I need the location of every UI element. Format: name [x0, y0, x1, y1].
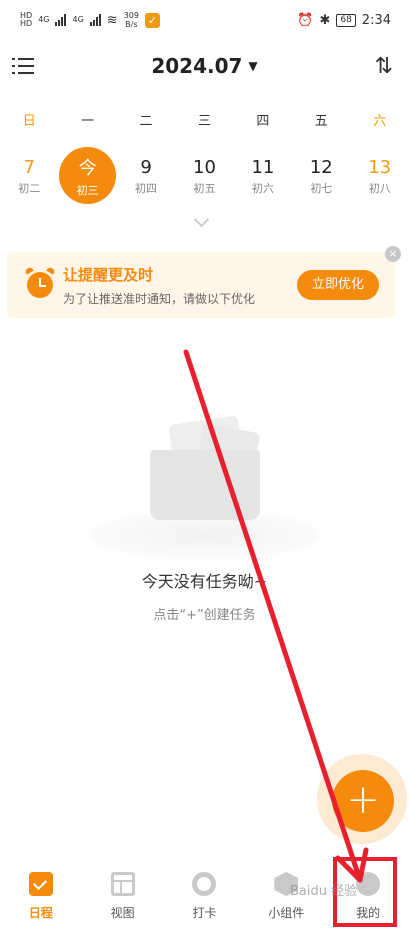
- date-cell-today[interactable]: 今 初三: [59, 147, 117, 204]
- month-selector[interactable]: 2024.07 ▼: [0, 54, 409, 78]
- clock: 2:34: [361, 12, 391, 28]
- lunar-date: 初四: [135, 181, 158, 195]
- date-cell[interactable]: 10 初五: [176, 148, 233, 204]
- date-cell[interactable]: 9 初四: [118, 148, 175, 204]
- empty-state-title: 今天没有任务呦~: [141, 572, 268, 591]
- weekday-tue: 二: [139, 114, 153, 129]
- lunar-date: 初七: [310, 181, 333, 195]
- watermark: Baidu 经验: [290, 884, 358, 899]
- reminder-banner: × 让提醒更及时 为了让推送准时通知，请做以下优化 立即优化: [7, 246, 401, 318]
- date-cell[interactable]: 11 初六: [234, 148, 291, 204]
- net-type: 4G: [38, 15, 50, 24]
- date-number: 9: [140, 156, 152, 178]
- hd-labels: HD HD: [20, 12, 32, 28]
- view-icon: [110, 872, 135, 896]
- hd-label: HD: [20, 19, 33, 28]
- tab-label: 日程: [28, 906, 53, 920]
- alarm-status-icon: ⏰: [297, 12, 314, 28]
- lunar-date: 初八: [368, 181, 391, 195]
- date-number: 7: [23, 156, 35, 178]
- banner-title: 让提醒更及时: [63, 266, 154, 284]
- net-speed: 309 B/s: [124, 11, 139, 29]
- signal-icon: [55, 14, 67, 26]
- status-left: HD HD 4G 4G ≋ 309 B/s ✓: [20, 11, 160, 29]
- weekday-mon: 一: [81, 114, 95, 129]
- date-cell[interactable]: 12 初七: [293, 148, 350, 204]
- signal-icon: [89, 14, 101, 26]
- banner-subtitle: 为了让推送准时通知，请做以下优化: [63, 292, 256, 306]
- lunar-date: 初三: [76, 184, 99, 197]
- date-number: 今: [78, 158, 97, 179]
- lunar-date: 初五: [193, 181, 216, 195]
- weekday-sat: 六: [373, 114, 387, 129]
- date-cell[interactable]: 7 初二: [1, 148, 58, 204]
- lunar-date: 初六: [251, 181, 274, 195]
- date-number: 12: [309, 156, 333, 178]
- add-task-button[interactable]: +: [332, 770, 394, 832]
- date-cell[interactable]: 13 初八: [351, 148, 408, 204]
- tab-label: 视图: [110, 906, 135, 920]
- weekday-wed: 三: [197, 114, 211, 129]
- status-right: ⏰ ✱ 68 2:34: [297, 13, 391, 28]
- tab-schedule[interactable]: 日程: [6, 862, 76, 932]
- checkin-icon: [192, 872, 217, 896]
- weekday-thu: 四: [256, 114, 270, 129]
- alarm-clock-icon: [24, 266, 56, 300]
- bluetooth-icon: ✱: [319, 12, 331, 28]
- tab-label: 打卡: [192, 906, 217, 920]
- date-number: 10: [193, 156, 216, 178]
- schedule-icon: [25, 869, 53, 896]
- optimize-now-button[interactable]: 立即优化: [297, 270, 379, 300]
- status-bar: HD HD 4G 4G ≋ 309 B/s ✓ ⏰ ✱ 68 2:34: [0, 0, 409, 40]
- net-speed-value: 309: [123, 11, 139, 20]
- tab-view[interactable]: 视图: [88, 862, 158, 932]
- net-speed-unit: B/s: [125, 20, 138, 29]
- date-row: 7 初二 今 初三 9 初四 10 初五 11 初六 12 初七 13 初八: [0, 147, 409, 204]
- close-icon[interactable]: ×: [385, 246, 401, 262]
- date-number: 11: [251, 156, 275, 178]
- weekday-row: 日 一 二 三 四 五 六: [0, 110, 409, 129]
- app-header: 2024.07 ▼ ⇅: [0, 46, 409, 86]
- caret-down-icon: ▼: [248, 59, 258, 73]
- net-type: 4G: [72, 15, 84, 24]
- app-notification-icon: ✓: [144, 12, 160, 28]
- sort-icon[interactable]: ⇅: [375, 54, 393, 79]
- battery-icon: 68: [336, 13, 356, 27]
- empty-state-illustration: [80, 380, 330, 560]
- month-label: 2024.07: [151, 54, 243, 78]
- lunar-date: 初二: [18, 181, 41, 195]
- tab-checkin[interactable]: 打卡: [169, 862, 239, 932]
- weekday-sun: 日: [22, 114, 36, 129]
- tab-label: 小组件: [268, 906, 305, 920]
- date-number: 13: [368, 156, 392, 178]
- wifi-icon: ≋: [106, 12, 118, 28]
- chevron-down-icon[interactable]: [192, 216, 212, 228]
- weekday-fri: 五: [314, 114, 328, 129]
- empty-state-hint: 点击“+”创建任务: [153, 608, 256, 623]
